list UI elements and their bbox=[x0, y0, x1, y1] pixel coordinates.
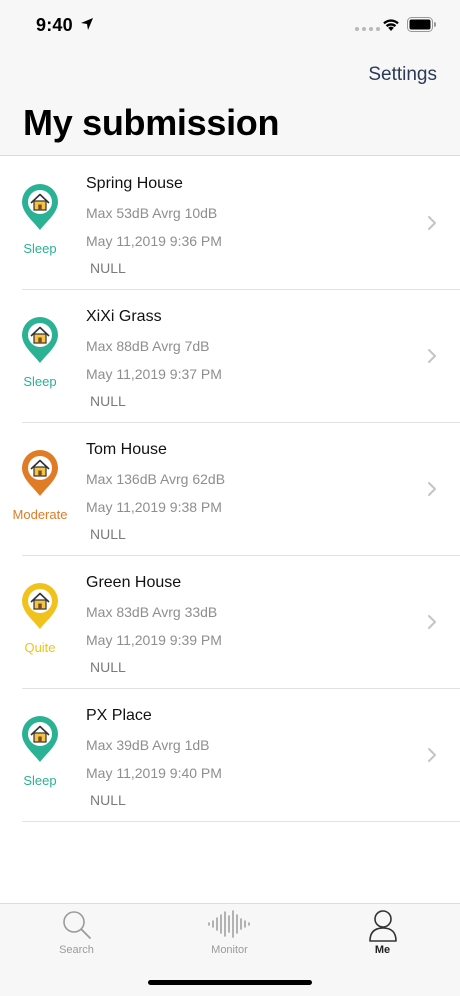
location-pin-icon bbox=[22, 184, 58, 230]
tab-label: Monitor bbox=[211, 944, 248, 956]
location-pin-icon bbox=[22, 583, 58, 629]
decibel-stats: Max 39dB Avrg 1dB bbox=[86, 737, 210, 753]
submission-note: NULL bbox=[90, 526, 126, 542]
location-arrow-icon bbox=[81, 18, 93, 30]
location-pin-icon bbox=[22, 450, 58, 496]
tab-me[interactable]: Me bbox=[306, 904, 459, 964]
noise-level-label: Sleep bbox=[23, 773, 57, 788]
submission-row[interactable]: Sleep XiXi Grass Max 88dB Avrg 7dB May 1… bbox=[0, 290, 460, 423]
wifi-icon bbox=[383, 19, 399, 31]
submission-date: May 11,2019 9:38 PM bbox=[86, 499, 222, 515]
place-name: XiXi Grass bbox=[86, 308, 162, 325]
row-divider bbox=[22, 821, 460, 822]
submission-list: Sleep Spring House Max 53dB Avrg 10dB Ma… bbox=[0, 157, 460, 822]
magnifier-icon bbox=[62, 911, 91, 939]
submission-date: May 11,2019 9:37 PM bbox=[86, 366, 222, 382]
place-name: Green House bbox=[86, 574, 182, 591]
submission-row[interactable]: Quite Green House Max 83dB Avrg 33dB May… bbox=[0, 556, 460, 689]
location-pin-icon bbox=[22, 716, 58, 762]
place-name: PX Place bbox=[86, 707, 152, 724]
tab-label: Search bbox=[59, 944, 94, 956]
noise-level-label: Sleep bbox=[23, 374, 57, 389]
chevron-right-icon bbox=[428, 349, 436, 363]
chevron-right-icon bbox=[428, 482, 436, 496]
submission-date: May 11,2019 9:36 PM bbox=[86, 233, 222, 249]
decibel-stats: Max 88dB Avrg 7dB bbox=[86, 338, 210, 354]
chevron-right-icon bbox=[428, 748, 436, 762]
battery-icon bbox=[407, 17, 436, 32]
submission-note: NULL bbox=[90, 792, 126, 808]
submission-row[interactable]: Sleep PX Place Max 39dB Avrg 1dB May 11,… bbox=[0, 689, 460, 822]
place-name: Spring House bbox=[86, 175, 183, 192]
home-indicator bbox=[148, 980, 312, 985]
noise-level-label: Quite bbox=[24, 640, 56, 655]
tab-label: Me bbox=[374, 944, 391, 956]
decibel-stats: Max 83dB Avrg 33dB bbox=[86, 604, 218, 620]
status-bar: 9:40 bbox=[0, 0, 460, 50]
sound-wave-icon bbox=[207, 910, 250, 938]
submission-note: NULL bbox=[90, 393, 126, 409]
submission-date: May 11,2019 9:40 PM bbox=[86, 765, 222, 781]
noise-level-label: Sleep bbox=[23, 241, 57, 256]
status-time: 9:40 bbox=[36, 15, 73, 35]
page-title: My submission bbox=[23, 102, 280, 143]
tab-monitor[interactable]: Monitor bbox=[153, 904, 306, 964]
tab-search[interactable]: Search bbox=[0, 904, 153, 964]
settings-button[interactable]: Settings bbox=[368, 64, 437, 86]
decibel-stats: Max 53dB Avrg 10dB bbox=[86, 205, 218, 221]
submission-note: NULL bbox=[90, 260, 126, 276]
noise-level-label: Moderate bbox=[12, 507, 68, 522]
submission-date: May 11,2019 9:39 PM bbox=[86, 632, 222, 648]
submission-row[interactable]: Moderate Tom House Max 136dB Avrg 62dB M… bbox=[0, 423, 460, 556]
location-pin-icon bbox=[22, 317, 58, 363]
decibel-stats: Max 136dB Avrg 62dB bbox=[86, 471, 226, 487]
signal-dots-icon bbox=[355, 27, 380, 31]
chevron-right-icon bbox=[428, 615, 436, 629]
person-icon bbox=[368, 910, 397, 942]
chevron-right-icon bbox=[428, 216, 436, 230]
submission-note: NULL bbox=[90, 659, 126, 675]
place-name: Tom House bbox=[86, 441, 167, 458]
submission-row[interactable]: Sleep Spring House Max 53dB Avrg 10dB Ma… bbox=[0, 157, 460, 290]
navigation-bar: Settings My submission bbox=[0, 50, 460, 156]
